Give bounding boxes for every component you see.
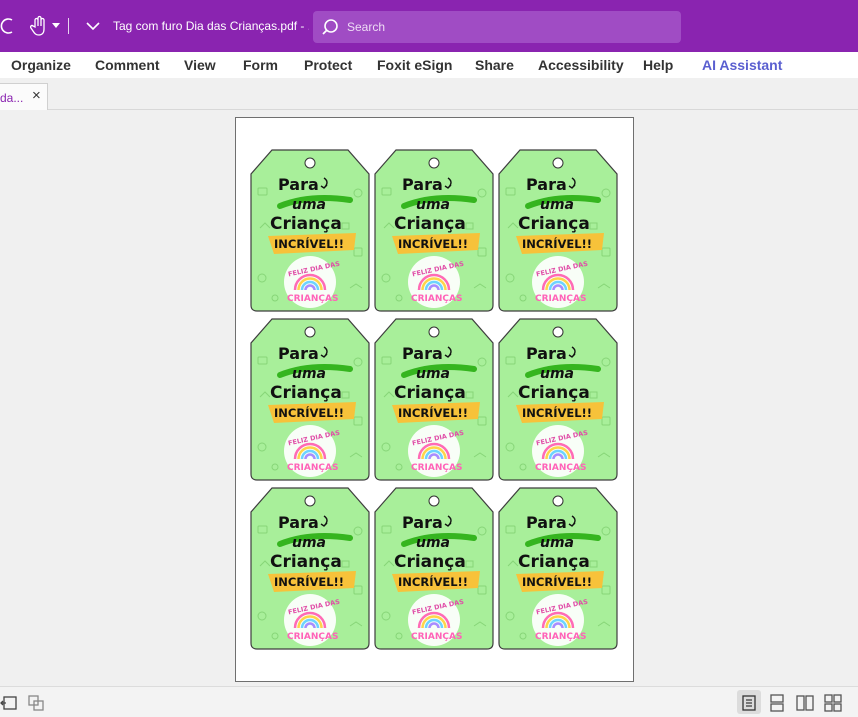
- gift-tag-graphic: ParaumaCriançaINCRÍVEL!!FELIZ DIA DASCRI…: [374, 487, 494, 650]
- svg-text:Para: Para: [278, 344, 319, 363]
- svg-text:uma: uma: [416, 366, 450, 382]
- gift-tag: Para uma Criança INCRÍVEL!! FELIZ DIA DAS CRI…: [250, 317, 370, 481]
- svg-text:CRIANÇAS: CRIANÇAS: [411, 632, 462, 642]
- svg-text:CRIANÇAS: CRIANÇAS: [535, 463, 586, 473]
- gift-tag: Para uma Criança INCRÍVEL!! FELIZ DIA DAS CRI…: [498, 317, 618, 481]
- svg-text:CRIANÇAS: CRIANÇAS: [287, 294, 338, 304]
- svg-text:Para: Para: [526, 344, 567, 363]
- menu-comment[interactable]: Comment: [95, 57, 160, 73]
- svg-text:Criança: Criança: [518, 552, 590, 572]
- two-page-continuous-icon[interactable]: [824, 694, 842, 712]
- gift-tag-graphic: ParaumaCriançaINCRÍVEL!!FELIZ DIA DASCRI…: [250, 149, 370, 312]
- pdf-page: Para uma Criança INCRÍVEL!! FELIZ DIA DAS CRI…: [235, 117, 634, 682]
- menu-ai-assistant[interactable]: AI Assistant: [702, 57, 782, 73]
- svg-text:CRIANÇAS: CRIANÇAS: [411, 463, 462, 473]
- svg-text:Criança: Criança: [518, 383, 590, 403]
- gift-tag: Para uma Criança INCRÍVEL!! FELIZ DIA DAS CRI…: [250, 148, 370, 312]
- svg-text:Para: Para: [526, 175, 567, 194]
- svg-text:Criança: Criança: [270, 383, 342, 403]
- svg-text:INCRÍVEL!!: INCRÍVEL!!: [274, 405, 344, 420]
- svg-text:Criança: Criança: [394, 552, 466, 572]
- svg-text:CRIANÇAS: CRIANÇAS: [411, 294, 462, 304]
- menu-organize[interactable]: Organize: [11, 57, 71, 73]
- menu-protect[interactable]: Protect: [304, 57, 352, 73]
- svg-text:Para: Para: [402, 513, 443, 532]
- gift-tag: Para uma Criança INCRÍVEL!! FELIZ DIA DAS CRI…: [250, 486, 370, 650]
- svg-text:INCRÍVEL!!: INCRÍVEL!!: [398, 236, 468, 251]
- svg-text:Criança: Criança: [518, 214, 590, 234]
- svg-text:CRIANÇAS: CRIANÇAS: [535, 632, 586, 642]
- svg-text:uma: uma: [540, 197, 574, 213]
- svg-text:INCRÍVEL!!: INCRÍVEL!!: [522, 405, 592, 420]
- hand-tool-icon[interactable]: [30, 15, 48, 37]
- search-input[interactable]: [347, 17, 667, 37]
- svg-text:CRIANÇAS: CRIANÇAS: [287, 632, 338, 642]
- svg-text:CRIANÇAS: CRIANÇAS: [287, 463, 338, 473]
- svg-text:Para: Para: [278, 513, 319, 532]
- svg-text:INCRÍVEL!!: INCRÍVEL!!: [274, 236, 344, 251]
- menu-view[interactable]: View: [184, 57, 216, 73]
- document-tab-label: da...: [0, 91, 24, 105]
- svg-text:uma: uma: [292, 535, 326, 551]
- svg-text:INCRÍVEL!!: INCRÍVEL!!: [274, 574, 344, 589]
- single-page-icon[interactable]: [740, 694, 758, 712]
- svg-text:uma: uma: [540, 535, 574, 551]
- page-layout-icon[interactable]: [27, 694, 45, 712]
- document-canvas[interactable]: Para uma Criança INCRÍVEL!! FELIZ DIA DAS CRI…: [0, 110, 858, 686]
- gift-tag: Para uma Criança INCRÍVEL!! FELIZ DIA DAS CRI…: [374, 317, 494, 481]
- svg-text:Criança: Criança: [270, 552, 342, 572]
- menu-share[interactable]: Share: [475, 57, 514, 73]
- document-tab-strip: da... ×: [0, 78, 858, 111]
- search-icon: [322, 19, 338, 35]
- svg-text:Para: Para: [402, 344, 443, 363]
- svg-text:uma: uma: [540, 366, 574, 382]
- menu-form[interactable]: Form: [243, 57, 278, 73]
- menu-foxit-esign[interactable]: Foxit eSign: [377, 57, 452, 73]
- svg-text:uma: uma: [416, 535, 450, 551]
- gift-tag: Para uma Criança INCRÍVEL!! FELIZ DIA DAS CRI…: [498, 486, 618, 650]
- gift-tag-graphic: ParaumaCriançaINCRÍVEL!!FELIZ DIA DASCRI…: [374, 149, 494, 312]
- gift-tag-graphic: ParaumaCriançaINCRÍVEL!!FELIZ DIA DASCRI…: [498, 149, 618, 312]
- hand-tool-dropdown-icon[interactable]: [52, 23, 60, 28]
- title-bar: Tag com furo Dia das Crianças.pdf - ...: [0, 0, 858, 52]
- menu-help[interactable]: Help: [643, 57, 673, 73]
- svg-text:INCRÍVEL!!: INCRÍVEL!!: [398, 405, 468, 420]
- svg-text:Para: Para: [278, 175, 319, 194]
- svg-text:uma: uma: [292, 197, 326, 213]
- gift-tag: Para uma Criança INCRÍVEL!! FELIZ DIA DAS CRI…: [374, 148, 494, 312]
- svg-text:INCRÍVEL!!: INCRÍVEL!!: [522, 574, 592, 589]
- gift-tag-graphic: ParaumaCriançaINCRÍVEL!!FELIZ DIA DASCRI…: [498, 487, 618, 650]
- search-box[interactable]: [313, 11, 681, 43]
- svg-text:uma: uma: [416, 197, 450, 213]
- menu-bar: Organize Comment View Form Protect Foxit…: [0, 52, 858, 78]
- svg-text:Para: Para: [526, 513, 567, 532]
- gift-tag: Para uma Criança INCRÍVEL!! FELIZ DIA DAS CRI…: [498, 148, 618, 312]
- svg-text:INCRÍVEL!!: INCRÍVEL!!: [522, 236, 592, 251]
- continuous-icon[interactable]: [768, 694, 786, 712]
- chevron-down-icon[interactable]: [85, 19, 101, 33]
- svg-text:Criança: Criança: [394, 383, 466, 403]
- svg-text:Criança: Criança: [270, 214, 342, 234]
- gift-tag: Para uma Criança INCRÍVEL!! FELIZ DIA DAS CRI…: [374, 486, 494, 650]
- fit-page-icon[interactable]: [0, 694, 18, 712]
- gift-tag-graphic: ParaumaCriançaINCRÍVEL!!FELIZ DIA DASCRI…: [250, 487, 370, 650]
- svg-text:uma: uma: [292, 366, 326, 382]
- status-bar: [0, 686, 858, 717]
- gift-tag-graphic: ParaumaCriançaINCRÍVEL!!FELIZ DIA DASCRI…: [374, 318, 494, 481]
- svg-text:CRIANÇAS: CRIANÇAS: [535, 294, 586, 304]
- two-page-icon[interactable]: [796, 694, 814, 712]
- document-title: Tag com furo Dia das Crianças.pdf - ...: [113, 19, 309, 33]
- svg-text:Criança: Criança: [394, 214, 466, 234]
- svg-text:Para: Para: [402, 175, 443, 194]
- close-icon[interactable]: ×: [32, 87, 41, 104]
- toolbar-divider: [68, 18, 69, 34]
- gift-tag-graphic: ParaumaCriançaINCRÍVEL!!FELIZ DIA DASCRI…: [250, 318, 370, 481]
- undo-icon[interactable]: [0, 16, 16, 36]
- document-tab[interactable]: da... ×: [0, 83, 48, 111]
- menu-accessibility[interactable]: Accessibility: [538, 57, 624, 73]
- svg-text:INCRÍVEL!!: INCRÍVEL!!: [398, 574, 468, 589]
- gift-tag-graphic: ParaumaCriançaINCRÍVEL!!FELIZ DIA DASCRI…: [498, 318, 618, 481]
